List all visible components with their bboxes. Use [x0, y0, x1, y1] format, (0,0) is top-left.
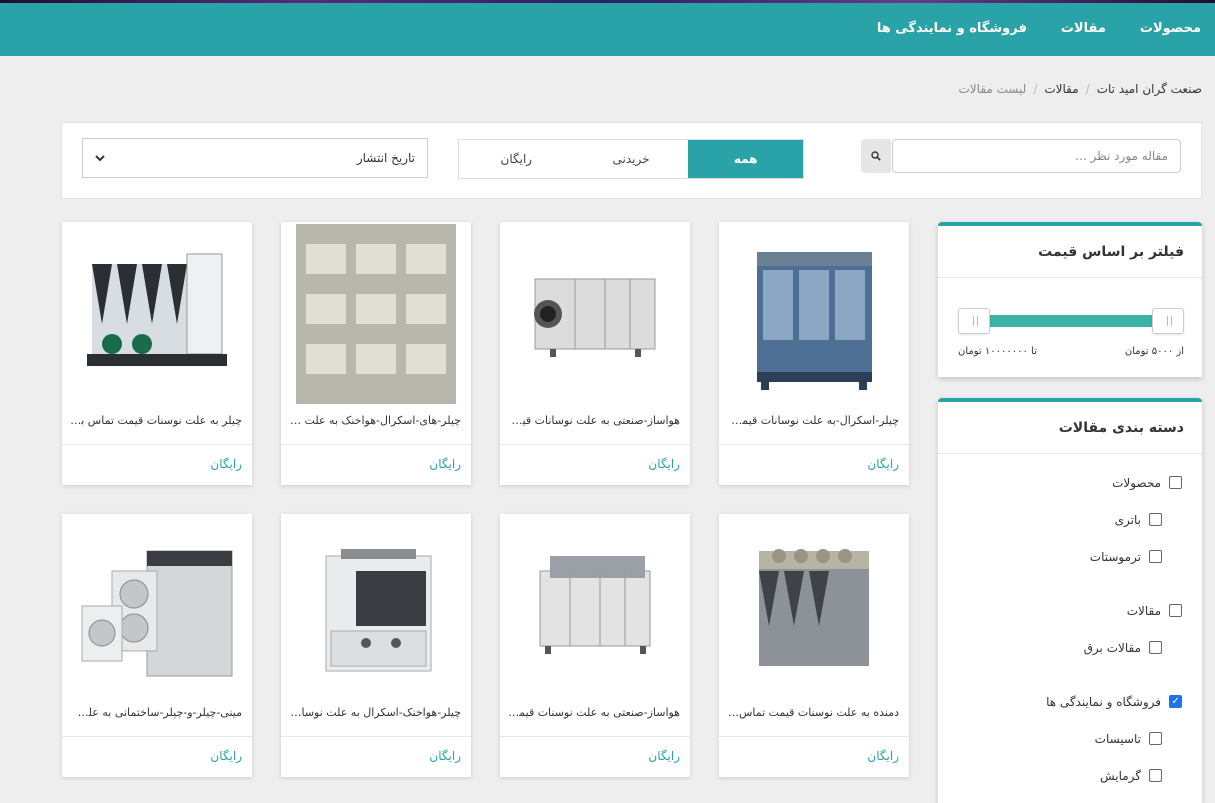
article-card[interactable]: چیلر-هواخنک-اسکرال به علت نوسانات قیمت ر… — [281, 514, 471, 777]
article-image-blower[interactable] — [734, 514, 894, 697]
article-card[interactable]: هواساز-صنعتی به علت نوسنات قیمت تماس بگی… — [500, 514, 690, 777]
category-checkbox[interactable] — [1149, 513, 1162, 526]
category-label: مقالات برق — [1083, 640, 1141, 655]
category-list: محصولات باتری ترموستات مقالات مقالات برق… — [938, 454, 1202, 794]
breadcrumb-articles[interactable]: مقالات — [1044, 82, 1078, 96]
breadcrumb-home[interactable]: صنعت گران امید تات — [1097, 82, 1202, 96]
breadcrumb-current: لیست مقالات — [958, 82, 1027, 96]
category-item-facilities[interactable]: تاسیسات — [938, 720, 1202, 757]
price-range-labels: از ۵۰۰۰ تومان تا ۱۰۰۰۰۰۰۰ تومان — [958, 346, 1184, 357]
category-checkbox[interactable] — [1169, 476, 1182, 489]
price-filter-title: فیلتر بر اساس قیمت — [938, 226, 1202, 278]
article-price: رایگان — [210, 457, 242, 471]
card-divider — [500, 736, 690, 737]
article-title[interactable]: دمنده به علت نوسنات قیمت تماس بگیرید — [727, 706, 899, 719]
article-title[interactable]: چیلر-های-اسکرال-هواخنک به علت نوسانات قی… — [289, 414, 461, 427]
price-filter-panel: فیلتر بر اساس قیمت از ۵۰۰۰ تومان تا ۱۰۰۰… — [938, 222, 1202, 377]
sort-selected-value: تاریخ انتشار — [356, 151, 415, 165]
nav-item-products[interactable]: محصولات — [1140, 21, 1201, 36]
tab-paid[interactable]: خریدنی — [574, 140, 689, 178]
price-range-slider[interactable] — [958, 308, 1184, 334]
price-type-tabs: همه خریدنی رایگان — [458, 139, 804, 179]
category-checkbox[interactable] — [1149, 641, 1162, 654]
category-label: فروشگاه و نمایندگی ها — [1046, 694, 1161, 709]
card-divider — [719, 736, 909, 737]
nav-item-stores[interactable]: فروشگاه و نمایندگی ها — [877, 21, 1027, 36]
tab-free[interactable]: رایگان — [459, 140, 574, 178]
article-price: رایگان — [429, 457, 461, 471]
chevron-down-icon — [95, 155, 105, 162]
category-item-products[interactable]: محصولات — [938, 464, 1202, 501]
card-divider — [281, 444, 471, 445]
article-price: رایگان — [867, 749, 899, 763]
card-divider — [719, 444, 909, 445]
category-checkbox[interactable] — [1149, 732, 1162, 745]
breadcrumb-separator: / — [1085, 82, 1090, 96]
article-image-air-cooled-scroll-chiller[interactable] — [296, 514, 456, 697]
search-icon — [871, 151, 881, 161]
sort-select[interactable]: تاریخ انتشار — [82, 138, 428, 178]
article-price: رایگان — [648, 457, 680, 471]
category-label: محصولات — [1112, 475, 1161, 490]
price-min-handle[interactable] — [1152, 308, 1184, 334]
main-nav: محصولات مقالات فروشگاه و نمایندگی ها — [877, 0, 1215, 56]
category-panel: دسته بندی مقالات محصولات باتری ترموستات … — [938, 398, 1202, 803]
article-card[interactable]: چیلر به علت نوسنات قیمت تماس بگیرید رایگ… — [62, 222, 252, 485]
top-navbar: محصولات مقالات فروشگاه و نمایندگی ها — [0, 0, 1215, 56]
price-range-track — [974, 315, 1168, 327]
article-image-industrial-air-handler[interactable] — [515, 514, 675, 697]
article-card[interactable]: چیلر-های-اسکرال-هواخنک به علت نوسانات قی… — [281, 222, 471, 485]
article-card[interactable]: چیلر-اسکرال-به علت نوسانات قیمت تماس بگی… — [719, 222, 909, 485]
category-checkbox-checked[interactable] — [1169, 695, 1182, 708]
category-item-stores[interactable]: فروشگاه و نمایندگی ها — [938, 683, 1202, 720]
category-label: ترموستات — [1089, 549, 1141, 564]
breadcrumb: صنعت گران امید تات / مقالات / لیست مقالا… — [958, 82, 1202, 96]
category-item-electrical-articles[interactable]: مقالات برق — [938, 629, 1202, 666]
article-filter-bar: همه خریدنی رایگان تاریخ انتشار — [61, 122, 1202, 199]
article-image-air-handler[interactable] — [515, 222, 675, 405]
article-price: رایگان — [867, 457, 899, 471]
article-card[interactable]: مینی-چیلر-و-چیلر-ساختمانی به علت نوسانات… — [62, 514, 252, 777]
category-label: باتری — [1114, 512, 1141, 527]
article-image-chiller-scroll[interactable] — [734, 222, 894, 405]
article-title[interactable]: چیلر-هواخنک-اسکرال به علت نوسانات قیمت — [289, 706, 461, 719]
article-card[interactable]: دمنده به علت نوسنات قیمت تماس بگیرید رای… — [719, 514, 909, 777]
price-max-label: تا ۱۰۰۰۰۰۰۰ تومان — [958, 346, 1037, 357]
category-checkbox[interactable] — [1169, 604, 1182, 617]
category-label: گرمایش — [1099, 768, 1141, 783]
breadcrumb-separator: / — [1033, 82, 1038, 96]
article-price: رایگان — [648, 749, 680, 763]
search-button[interactable] — [861, 139, 891, 173]
category-checkbox[interactable] — [1149, 550, 1162, 563]
category-item-heating[interactable]: گرمایش — [938, 757, 1202, 794]
card-divider — [281, 736, 471, 737]
article-title[interactable]: مینی-چیلر-و-چیلر-ساختمانی به علت نوسانات — [70, 706, 242, 719]
article-image-mini-chiller[interactable] — [77, 514, 237, 697]
category-panel-title: دسته بندی مقالات — [938, 402, 1202, 454]
article-price: رایگان — [210, 749, 242, 763]
tab-all[interactable]: همه — [688, 140, 803, 178]
article-image-chiller[interactable] — [77, 222, 237, 405]
search-box — [861, 139, 1181, 173]
article-title[interactable]: هواساز-صنعتی به علت نوسانات قیمت تماس بگ… — [508, 414, 680, 427]
article-price: رایگان — [429, 749, 461, 763]
article-card[interactable]: هواساز-صنعتی به علت نوسانات قیمت تماس بگ… — [500, 222, 690, 485]
category-checkbox[interactable] — [1149, 769, 1162, 782]
nav-item-articles[interactable]: مقالات — [1061, 21, 1106, 36]
price-min-label: از ۵۰۰۰ تومان — [1124, 346, 1184, 357]
card-divider — [62, 444, 252, 445]
category-label: مقالات — [1126, 603, 1161, 618]
search-input[interactable] — [892, 139, 1181, 173]
category-item-thermostat[interactable]: ترموستات — [938, 538, 1202, 575]
category-item-articles[interactable]: مقالات — [938, 592, 1202, 629]
article-title[interactable]: هواساز-صنعتی به علت نوسنات قیمت تماس بگی… — [508, 706, 680, 719]
category-label: تاسیسات — [1094, 731, 1141, 746]
article-title[interactable]: چیلر-اسکرال-به علت نوسانات قیمت تماس بگی… — [727, 414, 899, 427]
card-divider — [500, 444, 690, 445]
card-divider — [62, 736, 252, 737]
category-item-battery[interactable]: باتری — [938, 501, 1202, 538]
article-image-air-cooled-chillers[interactable] — [296, 222, 456, 405]
price-max-handle[interactable] — [958, 308, 990, 334]
article-title[interactable]: چیلر به علت نوسنات قیمت تماس بگیرید — [70, 414, 242, 427]
